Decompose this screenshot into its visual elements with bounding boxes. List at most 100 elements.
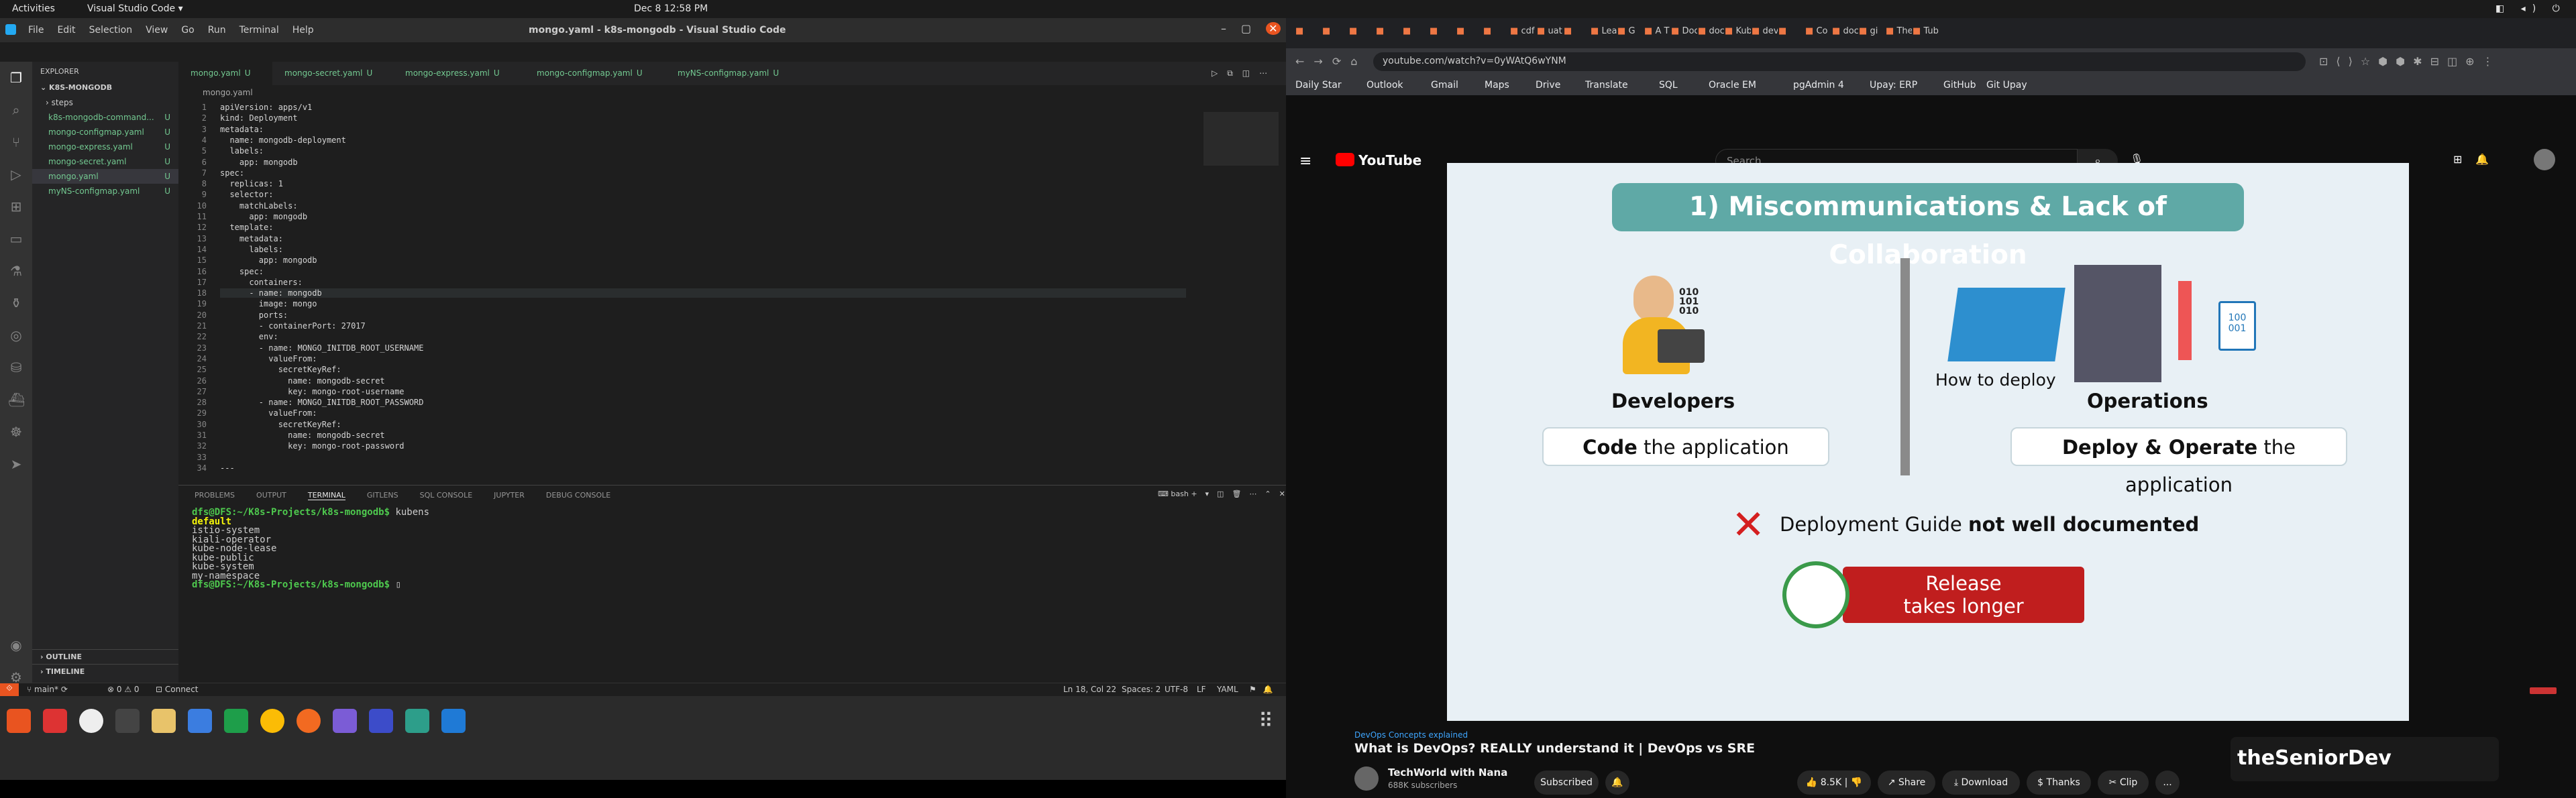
- menu-item[interactable]: Go: [181, 25, 194, 36]
- panel-tab[interactable]: JUPYTER: [494, 491, 525, 500]
- code-line[interactable]: ports:: [220, 310, 288, 320]
- browser-tab[interactable]: ■ Co: [1805, 26, 1831, 44]
- ad-banner[interactable]: theSeniorDev: [2231, 737, 2499, 781]
- browser-tab[interactable]: ■ uat: [1537, 26, 1563, 44]
- panel-tab[interactable]: GITLENS: [367, 491, 398, 500]
- code-line[interactable]: spec:: [220, 267, 264, 276]
- bookmark[interactable]: Oracle EM: [1709, 80, 1756, 91]
- youtube-logo-text[interactable]: YouTube: [1358, 152, 1421, 168]
- code-line[interactable]: labels:: [220, 245, 283, 254]
- bookmark[interactable]: Translate: [1585, 80, 1628, 91]
- code-line[interactable]: spec:: [220, 168, 244, 178]
- channel-avatar[interactable]: [1354, 766, 1379, 791]
- code-line[interactable]: valueFrom:: [220, 408, 317, 418]
- header-actions[interactable]: ⊞🔔: [2453, 153, 2502, 166]
- code-line[interactable]: - name: MONGO_INITDB_ROOT_PASSWORD: [220, 398, 424, 407]
- bookmark[interactable]: SQL: [1659, 80, 1678, 91]
- panel-tab-active[interactable]: TERMINAL: [307, 491, 345, 500]
- share-button[interactable]: ↗ Share: [1878, 771, 1935, 795]
- panel-tab[interactable]: PROBLEMS: [195, 491, 235, 500]
- tab-mongo-yaml[interactable]: mongo.yaml U: [178, 62, 272, 85]
- code-line[interactable]: app: mongodb: [220, 212, 307, 221]
- gitlens-icon[interactable]: ◎: [8, 327, 24, 343]
- bookmark[interactable]: pgAdmin 4: [1793, 80, 1844, 91]
- menu-item[interactable]: File: [28, 25, 44, 36]
- timeline-section[interactable]: › TIMELINE: [32, 664, 178, 679]
- close-icon[interactable]: ✕: [1266, 22, 1281, 35]
- code-line[interactable]: image: mongo: [220, 299, 317, 308]
- download-button[interactable]: ⤓ Download: [1942, 771, 2020, 795]
- thanks-button[interactable]: $ Thanks: [2027, 771, 2091, 795]
- app-icon[interactable]: [79, 709, 103, 733]
- window-controls[interactable]: –▢ ✕: [1221, 22, 1281, 35]
- panel-tab[interactable]: SQL CONSOLE: [420, 491, 473, 500]
- app-icon[interactable]: [369, 709, 393, 733]
- menu-item[interactable]: Terminal: [239, 25, 279, 36]
- terminal[interactable]: dfs@DFS:~/K8s-Projects/k8s-mongodb$ kube…: [192, 508, 429, 590]
- code-line[interactable]: kind: Deployment: [220, 113, 298, 123]
- tab-mongo-express[interactable]: mongo-express.yaml U: [393, 62, 525, 85]
- code-line[interactable]: containers:: [220, 278, 302, 287]
- postman-icon[interactable]: [297, 709, 321, 733]
- code-line[interactable]: metadata:: [220, 125, 264, 134]
- notifications-icon[interactable]: ⚑🔔: [1249, 685, 1280, 694]
- clock[interactable]: Dec 8 12:58 PM: [634, 3, 708, 14]
- send-icon[interactable]: ➤: [8, 456, 24, 472]
- code-line[interactable]: key: mongo-root-password: [220, 441, 404, 451]
- code-line[interactable]: name: mongodb-deployment: [220, 135, 345, 145]
- workspace-folder[interactable]: ⌄ K8S-MONGODB: [32, 80, 178, 95]
- database-icon[interactable]: ⛁: [8, 359, 24, 376]
- code-line[interactable]: name: mongodb-secret: [220, 431, 385, 440]
- code-line[interactable]: template:: [220, 223, 273, 232]
- menu-icon[interactable]: ≡: [1299, 153, 1311, 170]
- panel-tab[interactable]: DEBUG CONSOLE: [546, 491, 610, 500]
- account-icon[interactable]: ◉: [8, 637, 24, 653]
- like-button[interactable]: 👍 8.5K | 👎: [1797, 771, 1871, 795]
- code-line[interactable]: selector:: [220, 190, 273, 199]
- tree-item[interactable]: myNS-configmap.yaml U: [32, 184, 178, 198]
- code-line[interactable]: valueFrom:: [220, 354, 317, 363]
- url-field[interactable]: youtube.com/watch?v=0yWAtQ6wYNM: [1373, 52, 2306, 71]
- bookmark[interactable]: Maps: [1485, 80, 1509, 91]
- breadcrumb[interactable]: mongo.yaml: [203, 88, 253, 97]
- code-editor[interactable]: 1 apiVersion: apps/v1 2 kind: Deployment 3 me…: [178, 103, 1195, 485]
- code-line[interactable]: app: mongodb: [220, 158, 298, 167]
- youtube-logo-icon[interactable]: [1336, 153, 1354, 166]
- tree-item-selected[interactable]: mongo.yaml U: [32, 169, 178, 184]
- bell-icon[interactable]: 🔔: [1605, 771, 1629, 795]
- code-line[interactable]: env:: [220, 332, 278, 341]
- browser-tab[interactable]: ■: [1430, 26, 1456, 44]
- channel-name[interactable]: TechWorld with Nana: [1388, 766, 1507, 779]
- browser-tab[interactable]: ■ G: [1617, 26, 1644, 44]
- encoding[interactable]: UTF-8: [1165, 685, 1188, 694]
- browser-tab[interactable]: ■: [1564, 26, 1590, 44]
- indentation[interactable]: Spaces: 2: [1122, 685, 1161, 694]
- browser-tab[interactable]: ■: [1483, 26, 1509, 44]
- tab-mongo-configmap[interactable]: mongo-configmap.yaml U: [525, 62, 665, 85]
- bookmark[interactable]: Outlook: [1366, 80, 1403, 91]
- connect-button[interactable]: ⊡ Connect: [156, 685, 199, 694]
- active-app-label[interactable]: Visual Studio Code ▾: [87, 3, 183, 14]
- code-line[interactable]: apiVersion: apps/v1: [220, 103, 312, 112]
- search-icon[interactable]: ⌕: [8, 102, 24, 118]
- browser-tab[interactable]: ■: [1403, 26, 1429, 44]
- run-debug-icon[interactable]: ▷: [8, 166, 24, 182]
- bookmark[interactable]: Upay: ERP: [1870, 80, 1917, 91]
- code-line[interactable]: secretKeyRef:: [220, 420, 341, 429]
- terminal-controls[interactable]: ⌨ bash +▾◫🗑⋯⌃✕: [1158, 490, 1293, 498]
- code-line[interactable]: ---: [220, 463, 235, 473]
- menu-item[interactable]: Help: [292, 25, 314, 36]
- activities-button[interactable]: Activities: [12, 3, 55, 14]
- code-line[interactable]: - name: MONGO_INITDB_ROOT_USERNAME: [220, 343, 424, 353]
- browser-tab[interactable]: ■: [1349, 26, 1375, 44]
- menu-item[interactable]: Edit: [57, 25, 75, 36]
- code-line[interactable]: - name: mongodb: [220, 288, 1186, 298]
- calc-icon[interactable]: [224, 709, 248, 733]
- browser-tab[interactable]: ■: [1778, 26, 1805, 44]
- app-icon[interactable]: [333, 709, 357, 733]
- browser-tab[interactable]: ■ Kub: [1725, 26, 1751, 44]
- tree-item[interactable]: mongo-configmap.yaml U: [32, 125, 178, 139]
- chrome-icon[interactable]: [260, 709, 284, 733]
- browser-tab[interactable]: ■ dev: [1752, 26, 1778, 44]
- browser-tab[interactable]: ■ The: [1886, 26, 1912, 44]
